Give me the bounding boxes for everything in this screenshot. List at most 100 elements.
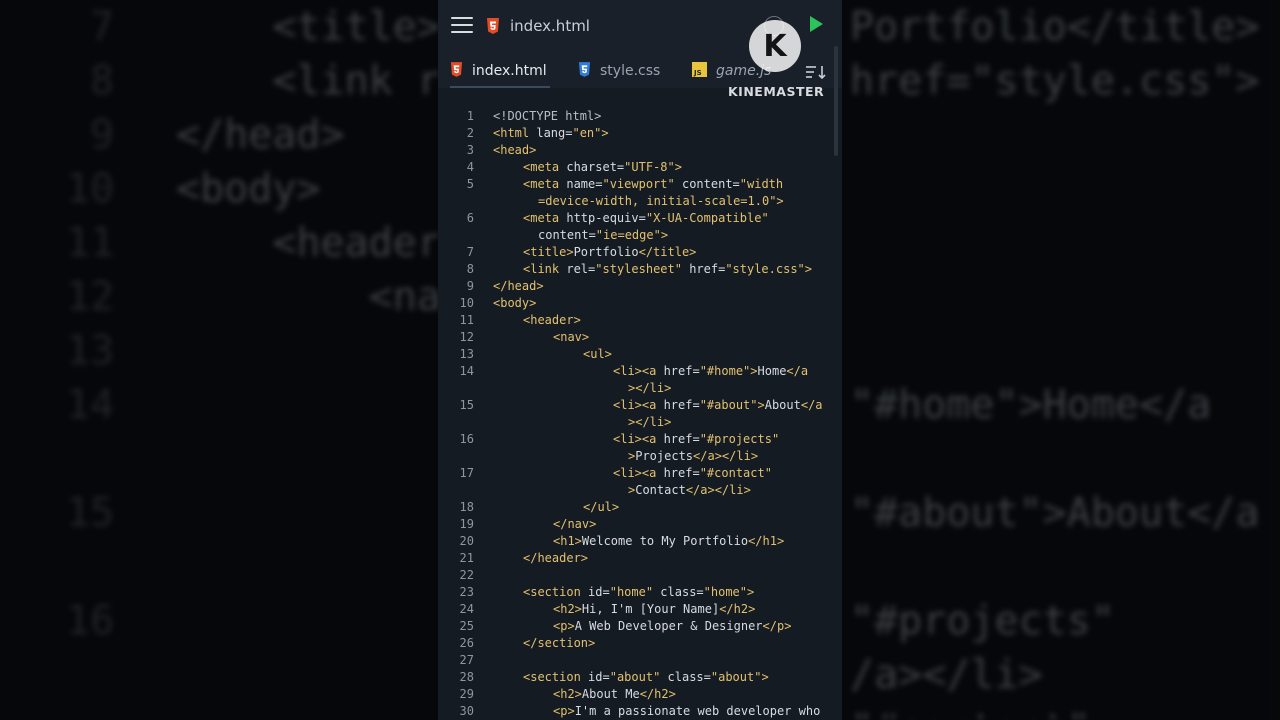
code-line[interactable]: 2 <html lang="en">: [438, 125, 842, 142]
line-number: 28: [459, 670, 474, 684]
code-area[interactable]: 1 <!DOCTYPE html> 2 <html lang="en"> 3 <head>…: [438, 100, 842, 720]
tab-index-html[interactable]: index.html: [450, 54, 547, 88]
code-line[interactable]: 10 <body>: [438, 295, 842, 312]
code-token: Welcome to My Portfolio: [581, 534, 749, 548]
line-code: </ul>: [583, 499, 619, 516]
code-token: <link: [523, 262, 567, 276]
code-line[interactable]: 20 <h1>Welcome to My Portfolio</h1>: [438, 533, 842, 550]
code-token: =device-width, initial-scale=1.0": [538, 194, 777, 208]
line-number: 23: [459, 585, 474, 599]
code-line[interactable]: 21 </header>: [438, 550, 842, 567]
code-token: </title>: [638, 245, 697, 259]
code-line[interactable]: >Contact</a></li>: [438, 482, 842, 499]
code-token: ></li>: [628, 381, 672, 395]
code-token: <p>: [553, 619, 575, 633]
code-token: Home: [757, 364, 787, 378]
tab-style-css[interactable]: style.css: [578, 54, 660, 88]
code-line[interactable]: 3 <head>: [438, 142, 842, 159]
line-code: <li><a href="#about">About</a: [613, 397, 823, 414]
line-code: <title>Portfolio</title>: [523, 244, 696, 261]
code-token: href=: [663, 432, 700, 446]
line-code: <nav>: [553, 329, 589, 346]
code-token: content=: [538, 228, 596, 242]
code-token: >: [776, 194, 784, 208]
code-token: "#projects": [699, 432, 780, 446]
code-line[interactable]: 17 <li><a href="#contact": [438, 465, 842, 482]
code-line[interactable]: 12 <nav>: [438, 329, 842, 346]
code-line[interactable]: 30 <p>I'm a passionate web developer who: [438, 703, 842, 720]
code-token: >: [757, 398, 765, 412]
code-line[interactable]: 7 <title>Portfolio</title>: [438, 244, 842, 261]
line-number: 10: [459, 296, 474, 310]
code-line[interactable]: 29 <h2>About Me</h2>: [438, 686, 842, 703]
code-line[interactable]: >Projects</a></li>: [438, 448, 842, 465]
code-line[interactable]: 23 <section id="home" class="home">: [438, 584, 842, 601]
code-token: "stylesheet": [595, 262, 690, 276]
line-code: <li><a href="#contact": [613, 465, 772, 482]
code-line[interactable]: 26 </section>: [438, 635, 842, 652]
hamburger-menu-icon[interactable]: [451, 16, 473, 34]
code-token: </a></li>: [693, 449, 759, 463]
sort-icon[interactable]: [806, 64, 826, 83]
line-code: ></li>: [628, 380, 671, 397]
html5-icon: [450, 61, 463, 81]
line-number: 30: [459, 704, 474, 718]
line-code: <link rel="stylesheet" href="style.css">: [523, 261, 812, 278]
code-token: <p>: [553, 704, 575, 718]
line-number: 21: [459, 551, 474, 565]
code-token: class=: [667, 670, 711, 684]
code-line[interactable]: 11 <header>: [438, 312, 842, 329]
kinemaster-watermark: KINEMASTER: [728, 84, 825, 99]
code-token: About: [764, 398, 801, 412]
line-code: <ul>: [583, 346, 612, 363]
code-line[interactable]: 13 <ul>: [438, 346, 842, 363]
code-line[interactable]: 8 <link rel="stylesheet" href="style.css"…: [438, 261, 842, 278]
code-line[interactable]: 4 <meta charset="UTF-8">: [438, 159, 842, 176]
code-line[interactable]: 5 <meta name="viewport" content="width: [438, 176, 842, 193]
line-code: <meta http-equiv="X-UA-Compatible": [523, 210, 769, 227]
line-code: <h2>Hi, I'm [Your Name]</h2>: [553, 601, 755, 618]
code-token: http-equiv=: [566, 211, 646, 225]
line-number: 25: [459, 619, 474, 633]
code-line[interactable]: 1 <!DOCTYPE html>: [438, 108, 842, 125]
line-number: 12: [459, 330, 474, 344]
code-line[interactable]: 28 <section id="about" class="about">: [438, 669, 842, 686]
code-token: <h1>: [553, 534, 582, 548]
code-token: >: [747, 585, 755, 599]
code-token: >: [674, 160, 682, 174]
line-code: <!DOCTYPE html>: [493, 108, 601, 125]
kinemaster-logo: K: [749, 20, 801, 72]
tab-label: index.html: [472, 63, 547, 79]
code-token: lang=: [536, 126, 573, 140]
code-line[interactable]: 14 <li><a href="#home">Home</a: [438, 363, 842, 380]
code-token: <header>: [523, 313, 581, 327]
code-token: </h2>: [719, 602, 756, 616]
code-line[interactable]: ></li>: [438, 414, 842, 431]
code-line[interactable]: 9 </head>: [438, 278, 842, 295]
code-line[interactable]: =device-width, initial-scale=1.0">: [438, 193, 842, 210]
line-number: 18: [459, 500, 474, 514]
file-title: index.html: [510, 17, 590, 35]
code-line[interactable]: 6 <meta http-equiv="X-UA-Compatible": [438, 210, 842, 227]
code-line[interactable]: content="ie=edge">: [438, 227, 842, 244]
code-token: ></li>: [628, 415, 672, 429]
line-code: </header>: [523, 550, 588, 567]
code-line[interactable]: 15 <li><a href="#about">About</a: [438, 397, 842, 414]
line-number: 2: [466, 126, 474, 140]
code-line[interactable]: 18 </ul>: [438, 499, 842, 516]
line-code: <h1>Welcome to My Portfolio</h1>: [553, 533, 784, 550]
code-token: <head>: [493, 143, 537, 157]
line-code: <head>: [493, 142, 536, 159]
code-token: </header>: [523, 551, 589, 565]
code-line[interactable]: 27: [438, 652, 842, 669]
line-code: <header>: [523, 312, 581, 329]
code-line[interactable]: 19 </nav>: [438, 516, 842, 533]
code-line[interactable]: 22: [438, 567, 842, 584]
code-line[interactable]: 25 <p>A Web Developer & Designer</p>: [438, 618, 842, 635]
code-line[interactable]: 16 <li><a href="#projects": [438, 431, 842, 448]
play-icon[interactable]: [808, 15, 824, 37]
code-line[interactable]: ></li>: [438, 380, 842, 397]
code-line[interactable]: 24 <h2>Hi, I'm [Your Name]</h2>: [438, 601, 842, 618]
line-number: 11: [459, 313, 474, 327]
line-number: 6: [466, 211, 474, 225]
